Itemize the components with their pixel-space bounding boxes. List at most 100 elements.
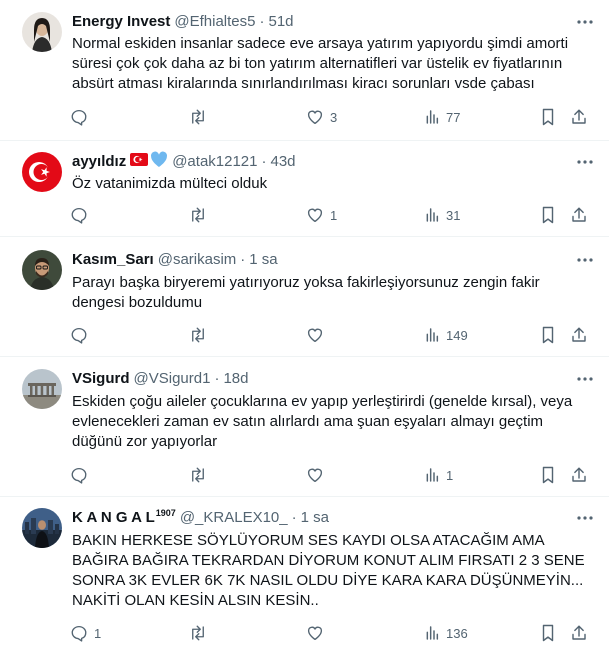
timestamp[interactable]: 51d [268, 12, 293, 32]
bookmark-button[interactable] [540, 465, 556, 485]
user-handle[interactable]: @VSigurd1 [134, 369, 211, 389]
display-name[interactable]: VSigurd [72, 369, 130, 389]
reply-button[interactable] [70, 205, 94, 225]
bookmark-button[interactable] [540, 325, 556, 345]
more-options-icon[interactable] [575, 369, 595, 389]
analytics-icon [426, 208, 439, 222]
display-name[interactable]: Energy Invest [72, 12, 170, 32]
views-button[interactable]: 77 [424, 107, 460, 127]
like-button[interactable] [306, 465, 330, 485]
bookmark-button[interactable] [540, 205, 556, 225]
share-button[interactable] [570, 465, 588, 485]
heart-icon [307, 328, 323, 343]
timestamp[interactable]: 18d [223, 369, 248, 389]
tweet-actions: 1 136 [70, 623, 595, 643]
bookmark-button[interactable] [540, 623, 556, 643]
tweet-actions: 3 77 [70, 107, 595, 127]
analytics-icon [426, 468, 439, 482]
reply-count: 1 [94, 625, 102, 641]
heart-icon [307, 110, 323, 125]
retweet-button[interactable] [188, 623, 214, 643]
more-options-icon[interactable] [575, 12, 595, 32]
reply-button[interactable] [70, 465, 94, 485]
reply-icon [71, 207, 87, 224]
tweet[interactable]: ayyıldız @atak12121 · 43d Öz vatanimizda… [0, 141, 609, 237]
analytics-icon [426, 328, 439, 342]
heart-icon [307, 626, 323, 641]
tweet[interactable]: Energy Invest @Efhialtes5 · 51d Normal e… [0, 0, 609, 141]
bookmark-icon [542, 108, 554, 126]
reply-button[interactable] [70, 325, 94, 345]
display-name[interactable]: K A N G A L1907 [72, 508, 176, 528]
more-options-icon[interactable] [575, 250, 595, 270]
retweet-icon [192, 625, 204, 641]
view-count: 31 [446, 207, 461, 223]
display-name-text: K A N G A L [72, 509, 155, 526]
share-icon [572, 625, 586, 640]
blue-heart-icon [150, 151, 168, 174]
user-handle[interactable]: @Efhialtes5 [174, 12, 255, 32]
tweet-header: K A N G A L1907 @_KRALEX10_ · 1 sa [72, 508, 329, 528]
views-button[interactable]: 31 [424, 205, 460, 225]
like-button[interactable]: 3 [306, 107, 337, 127]
share-button[interactable] [570, 623, 588, 643]
tweet-header: ayyıldız @atak12121 · 43d [72, 151, 296, 174]
views-button[interactable]: 136 [424, 623, 468, 643]
tweet-text: Öz vatanimizda mülteci olduk [72, 175, 268, 192]
like-count: 3 [330, 109, 338, 125]
share-icon [572, 109, 586, 124]
user-handle[interactable]: @sarikasim [158, 250, 237, 270]
display-name-superscript: 1907 [155, 508, 176, 518]
view-count: 77 [446, 109, 461, 125]
separator-dot: · [240, 251, 246, 268]
retweet-button[interactable] [188, 107, 214, 127]
retweet-button[interactable] [188, 205, 214, 225]
separator-dot: · [214, 370, 220, 387]
display-name[interactable]: ayyıldız [72, 152, 126, 172]
separator-dot: · [291, 509, 297, 526]
separator-dot: · [259, 13, 265, 30]
avatar[interactable] [22, 369, 62, 409]
timestamp[interactable]: 43d [271, 152, 296, 172]
view-count: 136 [446, 625, 468, 641]
user-handle[interactable]: @_KRALEX10_ [180, 508, 288, 528]
tweet[interactable]: K A N G A L1907 @_KRALEX10_ · 1 sa BAKIN… [0, 497, 609, 672]
reply-icon [71, 327, 87, 344]
tweet[interactable]: VSigurd @VSigurd1 · 18d Eskiden çoğu ail… [0, 357, 609, 497]
bookmark-button[interactable] [540, 107, 556, 127]
share-button[interactable] [570, 205, 588, 225]
retweet-icon [192, 327, 204, 343]
avatar[interactable] [22, 12, 62, 52]
more-options-icon[interactable] [575, 152, 595, 172]
tweet-text: Eskiden çoğu aileler çocuklarına ev yapı… [72, 393, 573, 450]
heart-icon [307, 468, 323, 483]
like-button[interactable] [306, 623, 330, 643]
reply-button[interactable] [70, 107, 94, 127]
bookmark-icon [542, 624, 554, 642]
retweet-button[interactable] [188, 325, 214, 345]
avatar[interactable] [22, 152, 62, 192]
reply-button[interactable]: 1 [70, 623, 101, 643]
bookmark-icon [542, 466, 554, 484]
more-options-icon[interactable] [575, 508, 595, 528]
avatar[interactable] [22, 250, 62, 290]
timestamp[interactable]: 1 sa [249, 250, 277, 270]
display-name[interactable]: Kasım_Sarı [72, 250, 154, 270]
tweet-actions: 1 [70, 465, 595, 485]
heart-icon [307, 208, 323, 223]
views-button[interactable]: 149 [424, 325, 468, 345]
views-button[interactable]: 1 [424, 465, 453, 485]
tweet-header: Kasım_Sarı @sarikasim · 1 sa [72, 250, 278, 270]
retweet-button[interactable] [188, 465, 214, 485]
share-icon [572, 207, 586, 222]
tweet[interactable]: Kasım_Sarı @sarikasim · 1 sa Parayı başk… [0, 237, 609, 357]
avatar[interactable] [22, 508, 62, 548]
like-button[interactable]: 1 [306, 205, 337, 225]
share-button[interactable] [570, 325, 588, 345]
bookmark-icon [542, 326, 554, 344]
turkey-flag-icon [130, 152, 149, 172]
like-button[interactable] [306, 325, 330, 345]
share-button[interactable] [570, 107, 588, 127]
user-handle[interactable]: @atak12121 [172, 152, 257, 172]
timestamp[interactable]: 1 sa [301, 508, 329, 528]
